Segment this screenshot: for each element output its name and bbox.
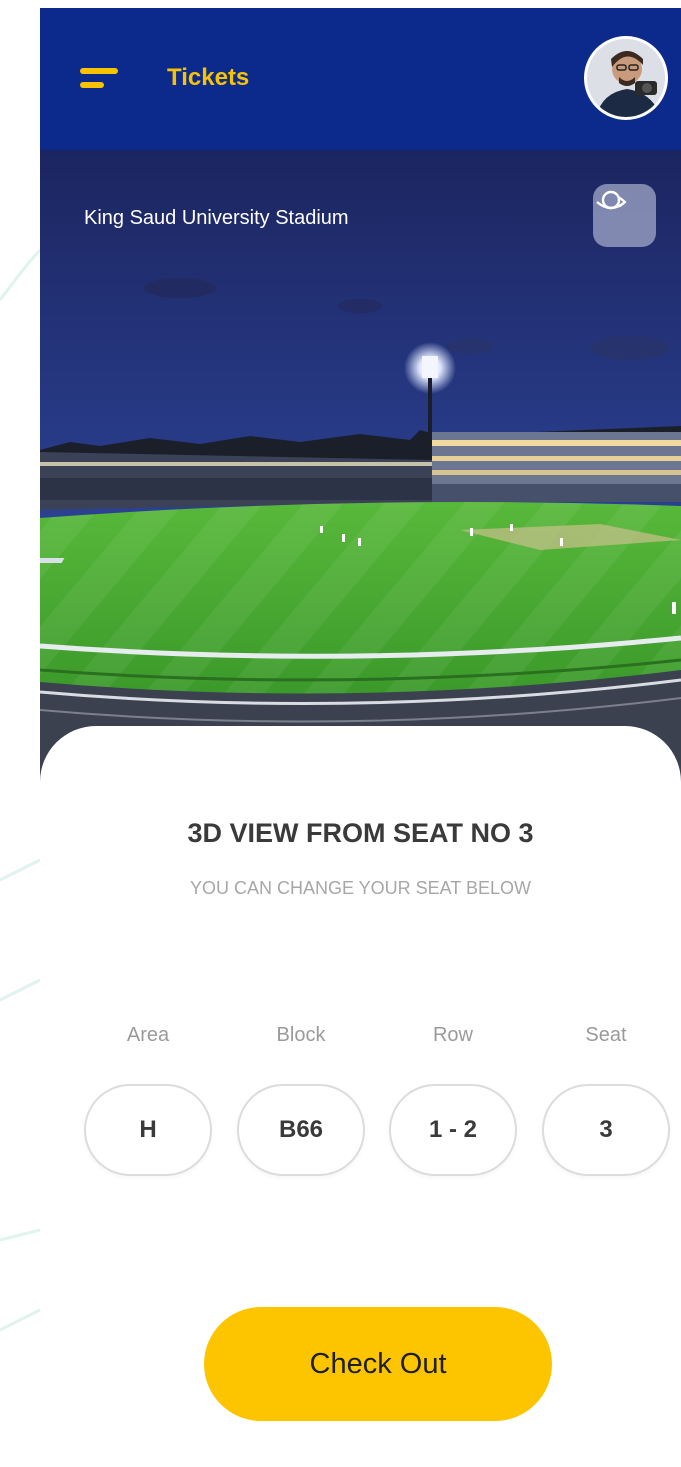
check-out-button[interactable]: Check Out	[204, 1307, 552, 1421]
stadium-photo	[40, 150, 681, 790]
row-label: Row	[432, 1024, 473, 1046]
seat-panel: 3D VIEW FROM SEAT NO 3 YOU CAN CHANGE YO…	[40, 726, 681, 1467]
seat-value[interactable]: 3	[542, 1084, 670, 1176]
block-label: Block	[276, 1024, 326, 1046]
stadium-name: King Saud University Stadium	[84, 207, 349, 229]
seat-selector: Seat 3	[542, 1024, 670, 1176]
view-360-button[interactable]	[593, 184, 656, 247]
app-screen: Tickets King Saud University Stadium 3D …	[40, 8, 681, 1467]
rotate-360-icon	[596, 190, 627, 210]
area-label: Area	[126, 1024, 170, 1046]
avatar-image	[587, 39, 665, 117]
top-bar: Tickets	[40, 8, 681, 150]
menu-icon[interactable]	[80, 68, 120, 94]
seat-view-title: 3D VIEW FROM SEAT NO 3	[187, 818, 534, 848]
area-value[interactable]: H	[84, 1084, 212, 1176]
seat-label: Seat	[585, 1024, 627, 1046]
row-selector: Row 1 - 2	[389, 1024, 517, 1176]
row-value[interactable]: 1 - 2	[389, 1084, 517, 1176]
stadium-view: King Saud University Stadium	[40, 150, 681, 790]
block-value[interactable]: B66	[237, 1084, 365, 1176]
area-selector: Area H	[84, 1024, 212, 1176]
avatar[interactable]	[584, 36, 668, 120]
page-title: Tickets	[167, 64, 250, 91]
seat-view-subtitle: YOU CAN CHANGE YOUR SEAT BELOW	[189, 878, 532, 898]
block-selector: Block B66	[237, 1024, 365, 1176]
